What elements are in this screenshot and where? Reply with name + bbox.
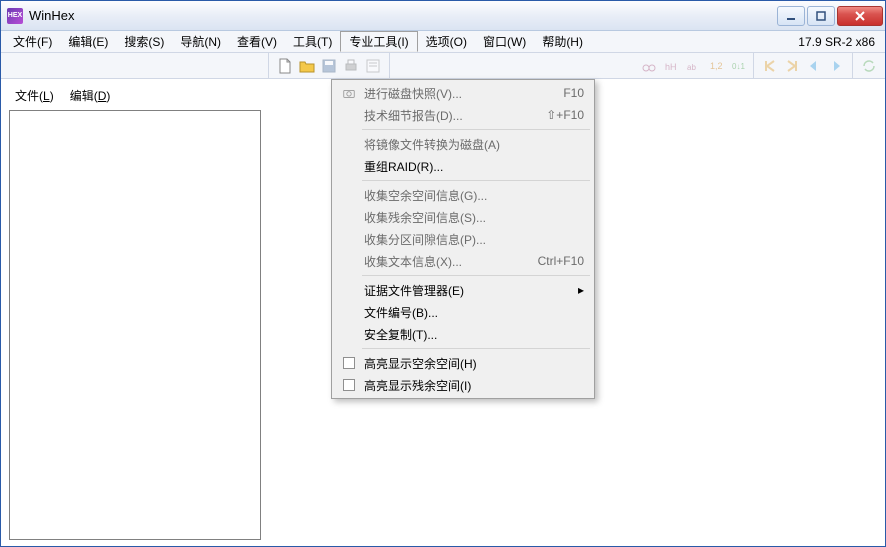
go-end-icon[interactable] (784, 58, 800, 74)
minimize-button[interactable] (777, 6, 805, 26)
dropdown-item-label: 重组RAID(R)... (360, 158, 584, 175)
dropdown-item-label: 收集残余空间信息(S)... (360, 209, 584, 226)
menu-search[interactable]: 搜索(S) (116, 31, 172, 52)
menu-tools[interactable]: 工具(T) (285, 31, 340, 52)
dropdown-item-label: 证据文件管理器(E) (360, 282, 574, 299)
svg-text:ab: ab (687, 63, 696, 72)
properties-icon[interactable] (365, 58, 381, 74)
window-title: WinHex (29, 8, 777, 23)
dropdown-item[interactable]: 高亮显示空余空间(H) (334, 352, 592, 374)
menu-options[interactable]: 选项(O) (418, 31, 475, 52)
shortcut-label: F10 (563, 86, 584, 100)
dropdown-item-label: 进行磁盘快照(V)... (360, 85, 563, 102)
dropdown-item-label: 收集文本信息(X)... (360, 253, 538, 270)
dropdown-item-label: 文件编号(B)... (360, 304, 584, 321)
toolbar-file-group (269, 53, 390, 78)
go-start-icon[interactable] (762, 58, 778, 74)
toolbar-misc-group (852, 53, 885, 78)
dropdown-item: 进行磁盘快照(V)...F10 (334, 82, 592, 104)
dropdown-item-label: 技术细节报告(D)... (360, 107, 546, 124)
menu-nav[interactable]: 导航(N) (172, 31, 229, 52)
binoculars-icon[interactable] (641, 58, 657, 74)
dropdown-item-label: 高亮显示残余空间(I) (360, 377, 584, 394)
toolbar-nav-group (754, 53, 852, 78)
camera-icon (342, 86, 356, 100)
menu-file[interactable]: 文件(F) (5, 31, 60, 52)
shortcut-label: ⇧+F10 (546, 108, 584, 122)
open-folder-icon[interactable] (299, 58, 315, 74)
dropdown-item[interactable]: 证据文件管理器(E)▸ (334, 279, 592, 301)
save-icon[interactable] (321, 58, 337, 74)
content-area: 文件(L) 编辑(D) 进行磁盘快照(V)...F10技术细节报告(D)...⇧… (1, 79, 885, 546)
toolbar-search-group: hH ab 1,2 0↓1 (633, 53, 754, 78)
forward-icon[interactable] (828, 58, 844, 74)
left-tab-edit[interactable]: 编辑(D) (70, 87, 111, 104)
back-icon[interactable] (806, 58, 822, 74)
submenu-arrow-icon: ▸ (574, 283, 584, 297)
dropdown-item[interactable]: 文件编号(B)... (334, 301, 592, 323)
dropdown-item-label: 收集空余空间信息(G)... (360, 187, 584, 204)
new-file-icon[interactable] (277, 58, 293, 74)
dropdown-item: 收集文本信息(X)...Ctrl+F10 (334, 250, 592, 272)
checkbox-icon (343, 379, 355, 391)
toolbar: hH ab 1,2 0↓1 (1, 53, 885, 79)
app-window: HEX WinHex 文件(F) 编辑(E) 搜索(S) 导航(N) 查看(V)… (0, 0, 886, 547)
svg-text:0↓1: 0↓1 (732, 62, 745, 71)
left-panel-tabs: 文件(L) 编辑(D) (9, 85, 261, 110)
find-text-icon[interactable]: ab (685, 58, 701, 74)
menu-pro-tools[interactable]: 专业工具(I) (340, 31, 417, 52)
dropdown-item: 收集残余空间信息(S)... (334, 206, 592, 228)
find-hex-icon[interactable]: hH (663, 58, 679, 74)
dropdown-item: 收集分区间隙信息(P)... (334, 228, 592, 250)
toolbar-spacer (1, 53, 269, 78)
dropdown-item-label: 安全复制(T)... (360, 326, 584, 343)
find-next-icon[interactable]: 0↓1 (729, 58, 745, 74)
dropdown-item[interactable]: 高亮显示残余空间(I) (334, 374, 592, 396)
app-icon: HEX (7, 8, 23, 24)
titlebar: HEX WinHex (1, 1, 885, 31)
svg-text:hH: hH (665, 62, 677, 72)
checkbox-icon (343, 357, 355, 369)
pro-tools-dropdown: 进行磁盘快照(V)...F10技术细节报告(D)...⇧+F10将镜像文件转换为… (331, 79, 595, 399)
shortcut-label: Ctrl+F10 (538, 254, 584, 268)
dropdown-item-label: 收集分区间隙信息(P)... (360, 231, 584, 248)
maximize-button[interactable] (807, 6, 835, 26)
menu-view[interactable]: 查看(V) (229, 31, 285, 52)
menu-window[interactable]: 窗口(W) (475, 31, 534, 52)
menu-edit[interactable]: 编辑(E) (60, 31, 116, 52)
dropdown-item-label: 高亮显示空余空间(H) (360, 355, 584, 372)
sync-icon[interactable] (861, 58, 877, 74)
svg-text:1,2: 1,2 (710, 61, 723, 71)
menubar: 文件(F) 编辑(E) 搜索(S) 导航(N) 查看(V) 工具(T) 专业工具… (1, 31, 885, 53)
window-controls (777, 6, 883, 26)
left-tab-file[interactable]: 文件(L) (15, 87, 54, 104)
print-icon[interactable] (343, 58, 359, 74)
close-button[interactable] (837, 6, 883, 26)
dropdown-item-label: 将镜像文件转换为磁盘(A) (360, 136, 584, 153)
dropdown-item[interactable]: 安全复制(T)... (334, 323, 592, 345)
dropdown-item: 收集空余空间信息(G)... (334, 184, 592, 206)
dropdown-item: 将镜像文件转换为磁盘(A) (334, 133, 592, 155)
left-panel: 文件(L) 编辑(D) (1, 79, 269, 546)
version-label: 17.9 SR-2 x86 (798, 31, 881, 52)
dropdown-item: 技术细节报告(D)...⇧+F10 (334, 104, 592, 126)
find-prev-icon[interactable]: 1,2 (707, 58, 723, 74)
dropdown-item[interactable]: 重组RAID(R)... (334, 155, 592, 177)
left-panel-body (9, 110, 261, 540)
menu-help[interactable]: 帮助(H) (534, 31, 591, 52)
